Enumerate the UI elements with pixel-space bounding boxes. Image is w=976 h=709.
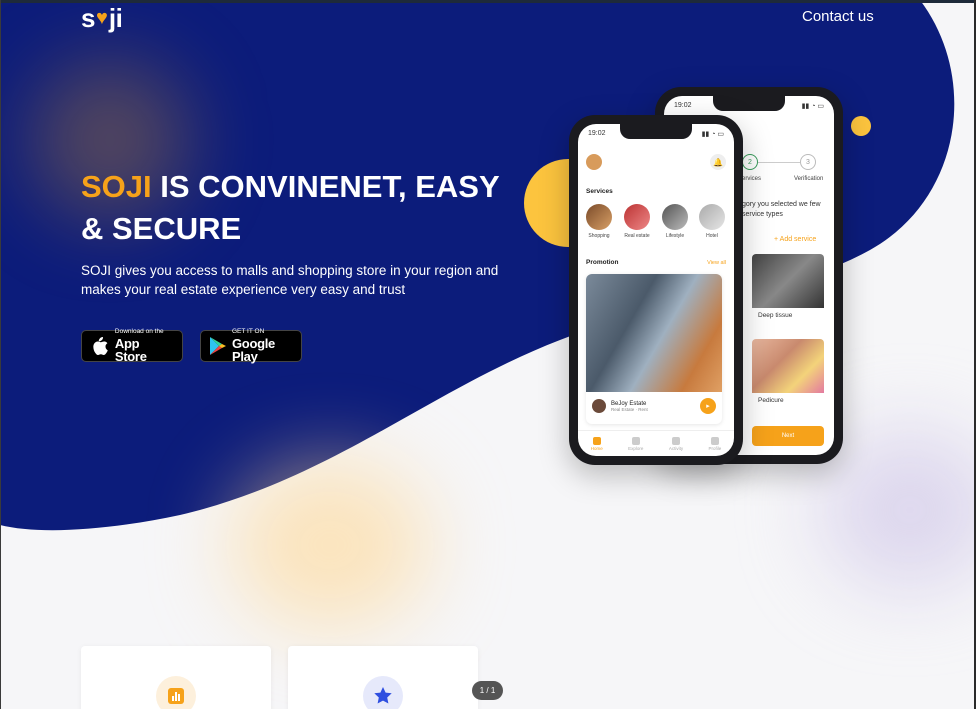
app-store-big-text: App Store xyxy=(114,335,147,364)
service-card-label: Deep tissue xyxy=(758,312,793,319)
service-hotel[interactable]: Hotel xyxy=(699,204,725,239)
promotion-image xyxy=(586,274,722,392)
status-time: 19:02 xyxy=(674,102,692,109)
step-indicator: 2 3 xyxy=(742,154,816,170)
star-icon xyxy=(363,676,403,709)
search-icon xyxy=(631,436,640,445)
service-card-label: Pedicure xyxy=(758,397,784,404)
headline-brand: SOJI xyxy=(81,169,152,204)
profile-icon xyxy=(710,436,719,445)
service-card-deep-tissue[interactable]: Deep tissue xyxy=(752,254,824,323)
step-label-verification: Verification xyxy=(794,176,824,182)
google-play-small-text: GET IT ON xyxy=(232,328,265,336)
service-label: Real estate xyxy=(624,233,650,239)
phone-mockup-front: 19:02 ▮▮ ◔ ▭ 🔔 Services Shopping Real es… xyxy=(569,115,743,465)
services-title: Services xyxy=(586,188,613,195)
signal-icon: ▮▮ ◔ ▭ xyxy=(801,103,824,110)
arrow-right-icon[interactable]: ▸ xyxy=(700,398,716,414)
promotion-name: BeJoy Estate xyxy=(611,400,647,407)
status-time: 19:02 xyxy=(588,130,606,137)
window-top-bar xyxy=(0,0,976,3)
service-thumb xyxy=(586,204,612,230)
activity-icon xyxy=(671,436,680,445)
google-play-button[interactable]: GET IT ON Google Play xyxy=(200,328,302,364)
service-label: Shopping xyxy=(588,233,610,239)
promotion-subtitle: Real Estate · Rent xyxy=(611,406,648,412)
feature-card[interactable] xyxy=(288,646,478,709)
chart-icon xyxy=(156,676,196,709)
service-lifestyle[interactable]: Lifestyle xyxy=(662,204,688,239)
logo-text-end: ji xyxy=(108,2,123,33)
service-image xyxy=(752,339,824,393)
apple-icon xyxy=(90,336,110,356)
step-3: 3 xyxy=(800,154,816,170)
step-label-services: ervices xyxy=(742,176,762,182)
avatar xyxy=(592,399,606,413)
service-image xyxy=(752,254,824,308)
tab-explore[interactable]: Explore xyxy=(628,436,644,451)
bell-icon[interactable]: 🔔 xyxy=(710,154,726,170)
tab-label: Activity xyxy=(668,445,684,451)
service-real-estate[interactable]: Real estate xyxy=(624,204,650,239)
soji-logo[interactable]: s ♥ ji xyxy=(81,2,123,33)
phone-screen: 19:02 ▮▮ ◔ ▭ 🔔 Services Shopping Real es… xyxy=(578,124,734,456)
service-description: gory you selected we few service types xyxy=(742,201,821,218)
hero-headline: SOJI IS CONVINENET, EASY & SECURE xyxy=(81,166,521,250)
service-thumb xyxy=(662,204,688,230)
logo-text-start: s xyxy=(81,2,95,33)
service-label: Lifestyle xyxy=(665,233,685,239)
phone-notch xyxy=(620,124,692,139)
tab-label: Home xyxy=(590,445,603,451)
headline-text-2: & SECURE xyxy=(81,211,242,246)
service-thumb xyxy=(699,204,725,230)
hero-subtext: SOJI gives you access to malls and shopp… xyxy=(81,263,499,297)
tab-profile[interactable]: Profile xyxy=(708,436,722,451)
service-card-pedicure[interactable]: Pedicure xyxy=(752,339,824,408)
app-store-small-text: Download on the xyxy=(114,328,164,336)
tab-label: Profile xyxy=(708,445,722,451)
bottom-tab-bar: Home Explore Activity Profile xyxy=(578,430,734,456)
next-button[interactable]: Next xyxy=(752,426,824,446)
tab-activity[interactable]: Activity xyxy=(668,436,684,451)
window-left-border xyxy=(0,0,1,709)
heart-icon: ♥ xyxy=(95,6,108,29)
tab-label: Explore xyxy=(628,445,644,451)
add-service-link[interactable]: + Add service xyxy=(774,236,816,243)
service-thumb xyxy=(624,204,650,230)
step-2: 2 xyxy=(742,154,758,170)
tab-home[interactable]: Home xyxy=(590,436,603,451)
google-play-big-text: Google Play xyxy=(232,335,275,364)
feature-card[interactable] xyxy=(81,646,271,709)
service-shopping[interactable]: Shopping xyxy=(586,204,612,239)
promotion-title: Promotion xyxy=(586,259,619,266)
home-icon xyxy=(592,436,601,445)
google-play-icon xyxy=(209,336,227,356)
step-divider xyxy=(758,161,800,163)
contact-us-link[interactable]: Contact us xyxy=(802,8,874,25)
signal-icon: ▮▮ ◔ ▭ xyxy=(701,131,724,138)
avatar[interactable] xyxy=(586,154,602,170)
promotion-card[interactable]: BeJoy Estate Real Estate · Rent ▸ xyxy=(586,274,722,424)
phone-notch xyxy=(713,96,785,111)
view-all-link[interactable]: View all xyxy=(707,260,726,266)
page-indicator: 1 / 1 xyxy=(472,681,503,700)
service-label: Hotel xyxy=(706,233,718,239)
app-store-button[interactable]: Download on the App Store xyxy=(81,328,183,364)
headline-text-1: IS CONVINENET, EASY xyxy=(151,169,500,204)
